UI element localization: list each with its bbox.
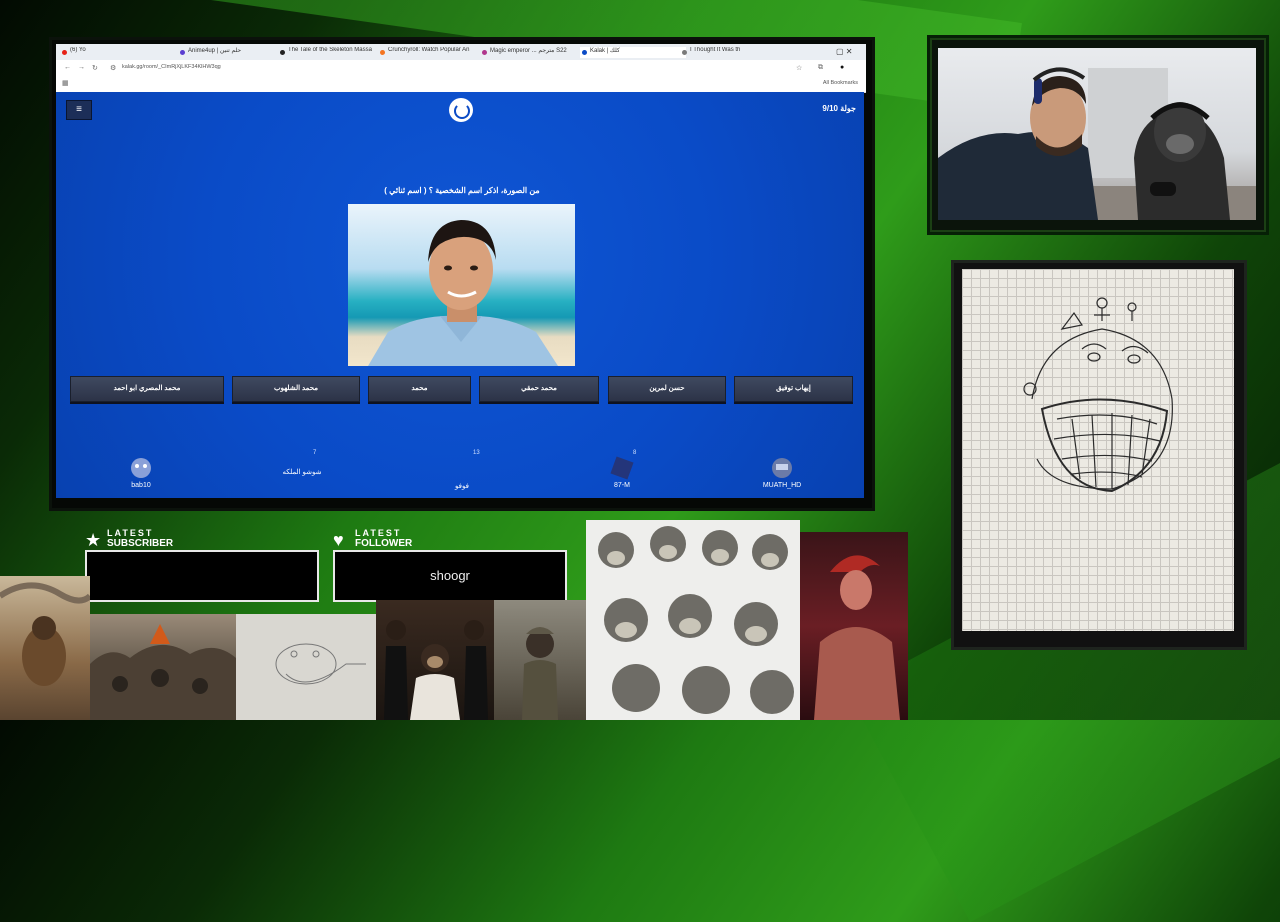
star-icon: ★ xyxy=(85,530,102,550)
apps-grid-icon[interactable]: ▦ xyxy=(62,79,69,87)
window-controls[interactable]: ▢ ✕ xyxy=(836,47,862,58)
latest-follower-value: shoogr xyxy=(333,550,567,602)
tab-favicon xyxy=(380,50,385,55)
answer-button[interactable]: محمد xyxy=(368,376,471,402)
answer-button[interactable]: محمد حمقي xyxy=(479,376,599,402)
tab-favicon xyxy=(62,50,67,55)
tab-favicon xyxy=(682,50,687,55)
answer-button[interactable]: محمد المصري ابو احمد xyxy=(70,376,224,402)
browser-tab[interactable]: The Tale of the Skeleton Massa xyxy=(278,47,384,58)
player-card: 13 فوفو xyxy=(422,450,502,492)
portrait-image xyxy=(368,220,558,366)
browser-tab[interactable]: I Thought It Was th xyxy=(680,47,760,58)
answer-button[interactable]: إيهاب توفيق xyxy=(734,376,853,402)
collage-image xyxy=(586,520,800,720)
webcam-feed xyxy=(938,48,1256,220)
extensions-icon[interactable]: ⧉ xyxy=(818,64,823,72)
player-card: 8 87-M xyxy=(582,450,662,492)
answer-button[interactable]: حسن لمرين xyxy=(608,376,726,402)
player-name: 87-M xyxy=(614,482,630,489)
tab-favicon xyxy=(180,50,185,55)
tab-favicon xyxy=(582,50,587,55)
player-points: 8 xyxy=(633,450,637,456)
browser-tab[interactable]: Magic emperor ... مترجم S22 xyxy=(480,47,586,58)
round-counter: جولة 9/10 xyxy=(822,104,856,113)
latest-subscriber-value xyxy=(85,550,319,602)
back-arrow-icon[interactable]: ← xyxy=(64,64,71,71)
player-avatar xyxy=(772,458,792,478)
browser-tab-active[interactable]: Kalak | كلك xyxy=(580,47,686,58)
heart-icon: ♥ xyxy=(333,530,344,550)
tab-favicon xyxy=(482,50,487,55)
answers-row: محمد المصري ابو احمد محمد الشلهوب محمد م… xyxy=(70,376,853,402)
collage-image xyxy=(236,614,376,720)
site-info-icon[interactable]: ⚙ xyxy=(110,64,116,72)
player-card: 7 شوشو الملكه xyxy=(262,450,342,492)
bookmarks-bar: ▦ All Bookmarks xyxy=(56,76,866,93)
address-bar: ← → ↻ ⚙ kalak.gg/room/_CImRjXjLKF34KlHW3… xyxy=(56,60,866,76)
player-card: MUATH_HD xyxy=(742,456,822,492)
latest-label: LATEST xyxy=(355,528,402,538)
browser-tab[interactable]: Anime4up | حلم تنين xyxy=(178,47,284,58)
forward-arrow-icon[interactable]: → xyxy=(78,64,85,71)
player-name: شوشو الملكه xyxy=(282,469,322,476)
follower-label: FOLLOWER xyxy=(355,538,413,549)
player-avatar xyxy=(131,458,151,478)
reload-icon[interactable]: ↻ xyxy=(92,64,98,72)
collage-image xyxy=(0,576,90,720)
kalak-logo-icon xyxy=(449,98,473,122)
all-bookmarks-link[interactable]: All Bookmarks xyxy=(823,80,858,86)
player-name: فوفو xyxy=(455,483,469,490)
tab-favicon xyxy=(280,50,285,55)
browser-tab[interactable]: Crunchyroll: Watch Popular An xyxy=(378,47,484,58)
game-page: ≡ جولة 9/10 من الصورة، اذكر اسم الشخصية … xyxy=(56,92,864,498)
player-points: 13 xyxy=(473,450,480,456)
browser-window: (6) Yo Anime4up | حلم تنين The Tale of t… xyxy=(52,40,872,508)
question-text: من الصورة، اذكر اسم الشخصية ؟ ( اسم ثنائ… xyxy=(384,186,540,195)
webcam-frame xyxy=(930,38,1266,232)
question-photo xyxy=(348,204,575,366)
player-points: 7 xyxy=(313,450,317,456)
answer-button[interactable]: محمد الشلهوب xyxy=(232,376,360,402)
latest-subscriber-widget: ★ LATEST SUBSCRIBER xyxy=(85,528,325,550)
webcam-scene xyxy=(938,67,1256,220)
player-card: bab10 xyxy=(101,456,181,492)
hamburger-menu-icon[interactable]: ≡ xyxy=(66,100,92,120)
tab-strip: (6) Yo Anime4up | حلم تنين The Tale of t… xyxy=(56,44,866,60)
latest-label: LATEST xyxy=(107,528,154,538)
player-name: MUATH_HD xyxy=(762,482,802,489)
drawing-camera-frame xyxy=(951,260,1247,650)
graph-paper xyxy=(962,269,1234,631)
collage-image xyxy=(494,600,586,720)
sketch-drawing xyxy=(1023,297,1173,493)
player-avatar xyxy=(610,456,634,480)
profile-icon[interactable]: ● xyxy=(840,64,844,71)
collage-image xyxy=(800,532,908,720)
latest-follower-widget: ♥ LATEST FOLLOWER xyxy=(333,528,573,550)
subscriber-label: SUBSCRIBER xyxy=(107,538,174,549)
collage-image xyxy=(90,614,236,720)
player-name: bab10 xyxy=(131,482,151,489)
collage-image xyxy=(376,600,494,720)
url-field[interactable]: kalak.gg/room/_CImRjXjLKF34KlHW3qg xyxy=(122,64,221,70)
browser-tab[interactable]: (6) Yo xyxy=(60,47,170,58)
bookmark-star-icon[interactable]: ☆ xyxy=(796,64,802,72)
